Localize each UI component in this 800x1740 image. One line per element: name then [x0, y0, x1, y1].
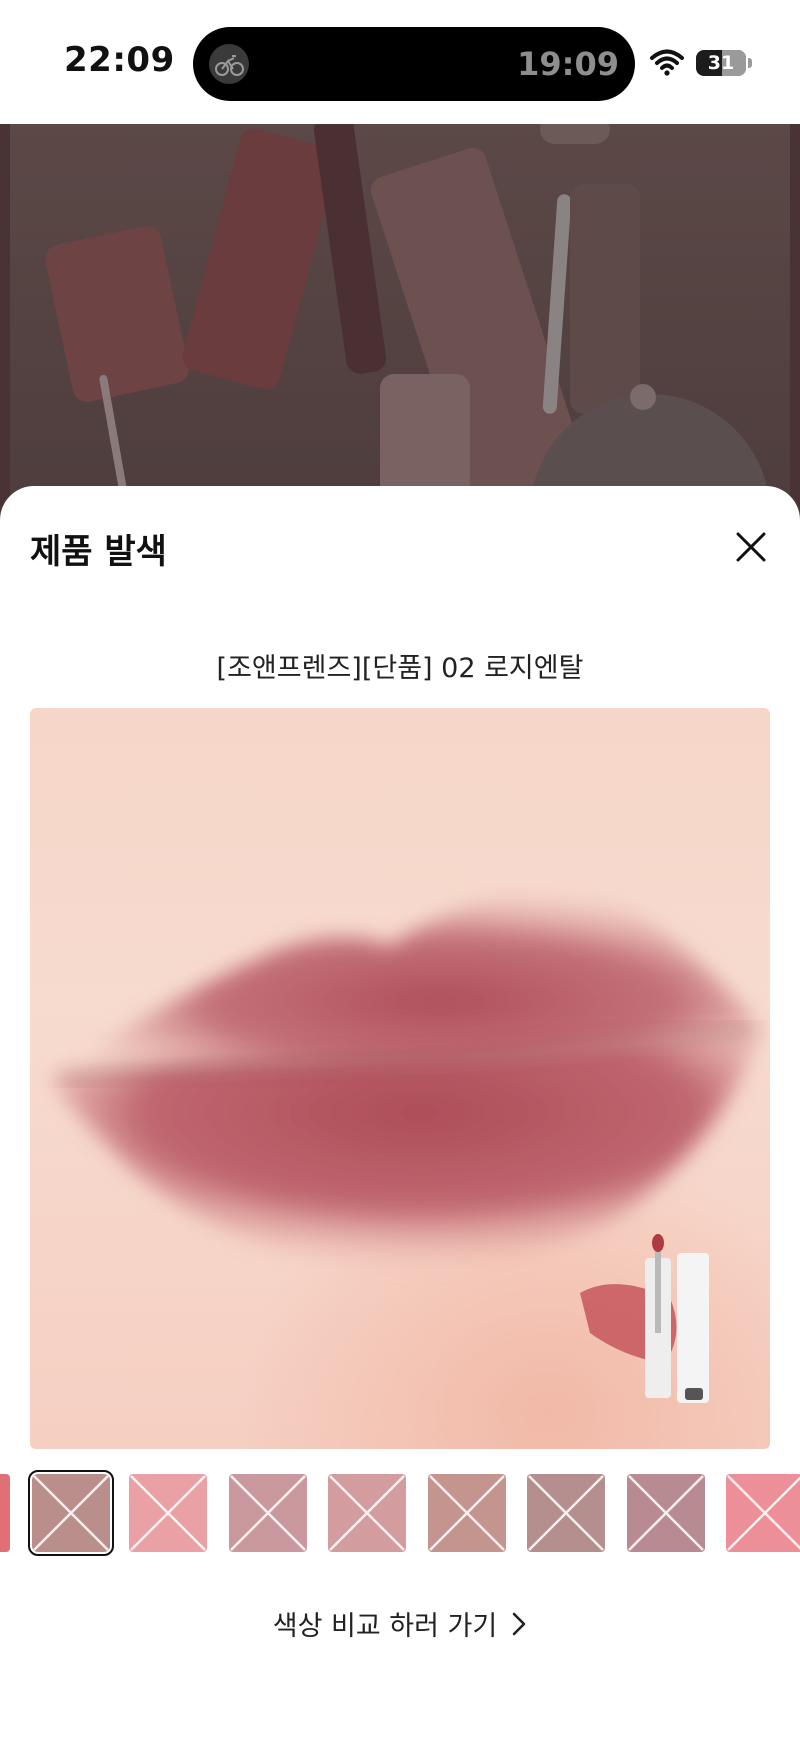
product-thumbnail [580, 1234, 709, 1403]
status-bar: 22:09 19:09 31 [0, 0, 800, 124]
chip-cross-mark [329, 1475, 405, 1551]
chip-cross-mark [628, 1475, 704, 1551]
color-chip-partial[interactable] [0, 1474, 10, 1552]
chip-cross-mark [130, 1475, 206, 1551]
color-chip-4[interactable] [328, 1474, 406, 1552]
compare-colors-label: 색상 비교 하러 가기 [272, 1611, 498, 1642]
wifi-icon [650, 48, 684, 80]
color-chip-1[interactable] [28, 1470, 114, 1556]
color-chip-8[interactable] [726, 1474, 800, 1552]
compare-colors-link[interactable]: 색상 비교 하러 가기 [0, 1604, 800, 1644]
color-chip-7[interactable] [627, 1474, 705, 1552]
color-chip-3[interactable] [229, 1474, 307, 1552]
sheet-title: 제품 발색 [30, 532, 167, 572]
lip-swatch-image [30, 708, 770, 1449]
island-time: 19:09 [517, 45, 619, 83]
chevron-right-icon [511, 1611, 527, 1644]
battery-tip [748, 58, 752, 68]
chip-cross-mark [230, 1475, 306, 1551]
chip-cross-mark [429, 1475, 505, 1551]
battery-icon: 31 [696, 50, 746, 76]
chip-cross-mark [528, 1475, 604, 1551]
color-chip-5[interactable] [428, 1474, 506, 1552]
chip-cross-mark [727, 1475, 800, 1551]
close-icon [736, 532, 766, 562]
color-sheet: 제품 발색 [조앤프렌즈][단품] 02 로지엔탈 색상 비교 하러 가기 [0, 486, 800, 1740]
battery-level: 31 [707, 52, 735, 74]
close-button[interactable] [730, 526, 772, 568]
status-clock: 22:09 [64, 40, 175, 80]
dynamic-island: 19:09 [193, 27, 635, 101]
chip-cross-mark [33, 1475, 109, 1551]
color-chip-6[interactable] [527, 1474, 605, 1552]
product-name: [조앤프렌즈][단품] 02 로지엔탈 [216, 653, 584, 684]
color-chip-list [0, 1468, 800, 1556]
background-product-image [0, 124, 800, 524]
color-chip-2[interactable] [129, 1474, 207, 1552]
cycling-icon [209, 44, 249, 84]
